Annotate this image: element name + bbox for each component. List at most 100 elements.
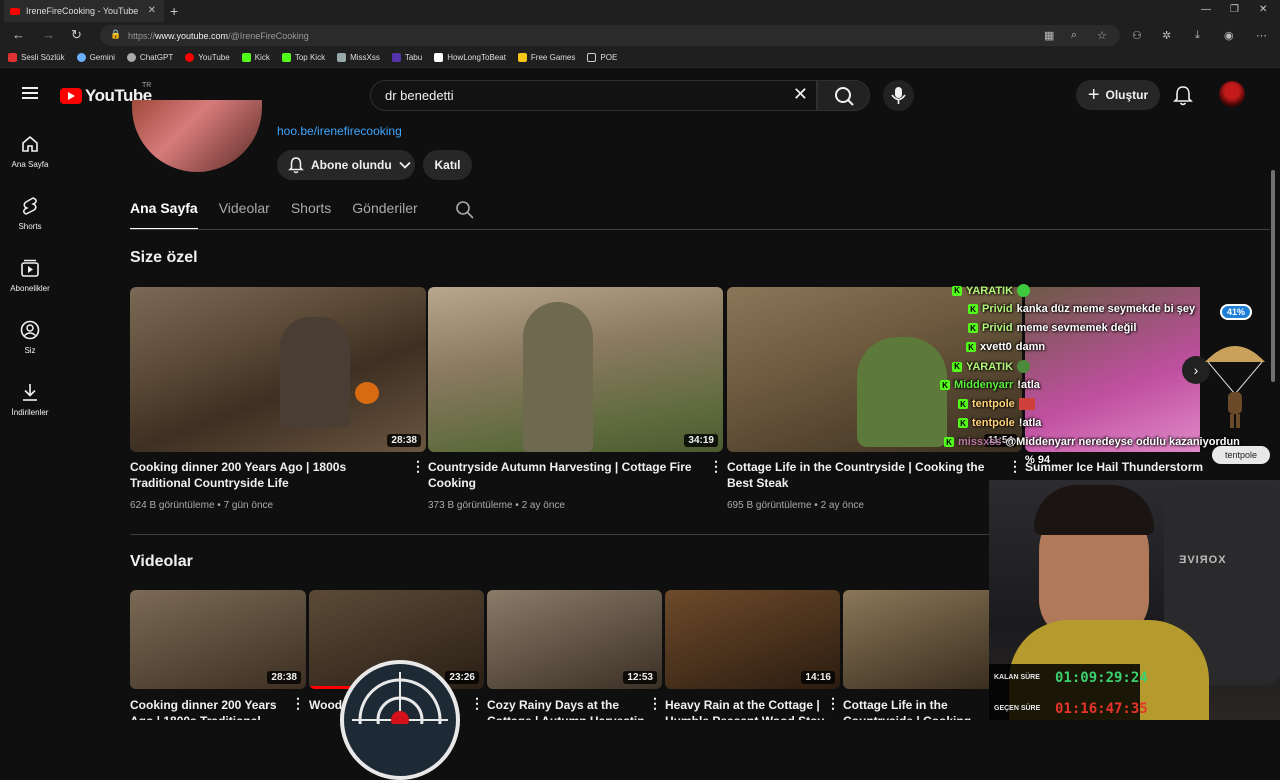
- bookmark[interactable]: Top Kick: [281, 53, 325, 62]
- kick-badge-icon: K: [952, 285, 962, 296]
- bookmark[interactable]: ChatGPT: [126, 53, 173, 62]
- favorite-star-icon[interactable]: ☆: [1097, 29, 1107, 42]
- chevron-down-icon: [399, 161, 411, 169]
- bookmark-icon: [391, 53, 401, 62]
- forward-icon[interactable]: →: [42, 27, 55, 42]
- sidebar-item-shorts[interactable]: Shorts: [0, 196, 60, 231]
- notifications-bell-icon[interactable]: [1172, 84, 1194, 106]
- tab-posts[interactable]: Gönderiler: [352, 200, 417, 230]
- video-thumbnail[interactable]: [843, 590, 989, 689]
- bookmark[interactable]: HowLongToBeat: [434, 53, 506, 62]
- menu-dots-icon[interactable]: ⋯: [1256, 29, 1267, 42]
- url-input[interactable]: 🔒 https://www.youtube.com/@IreneFireCook…: [100, 25, 1120, 46]
- sidebar-item-downloads[interactable]: İndirilenler: [0, 382, 60, 417]
- more-options-icon[interactable]: ⋮: [470, 695, 484, 712]
- subscribed-button[interactable]: Abone olundu: [277, 150, 415, 180]
- more-options-icon[interactable]: ⋮: [291, 695, 305, 712]
- bookmark[interactable]: Kick: [241, 53, 270, 62]
- bell-icon: [288, 157, 304, 174]
- video-title[interactable]: Cottage Life in the Countryside | Cookin…: [843, 697, 983, 720]
- video-title[interactable]: Countryside Autumn Harvesting | Cottage …: [428, 459, 698, 491]
- video-thumbnail[interactable]: 12:53: [487, 590, 662, 689]
- chat-username: Privid: [982, 322, 1013, 334]
- close-window-icon[interactable]: ✕: [1259, 4, 1267, 15]
- profile-icon[interactable]: ◉: [1224, 29, 1234, 42]
- video-duration: 28:38: [267, 671, 301, 684]
- bookmark[interactable]: MissXss: [337, 53, 380, 62]
- browser-tab[interactable]: IreneFireCooking - YouTube ✕: [4, 0, 164, 22]
- chat-username: YARATIK: [966, 360, 1014, 373]
- microphone-icon: [891, 87, 906, 104]
- video-thumbnail[interactable]: 14:16: [665, 590, 840, 689]
- tab-shorts[interactable]: Shorts: [291, 200, 331, 230]
- video-thumbnail[interactable]: 28:38: [130, 590, 306, 689]
- video-meta: 624 B görüntüleme • 7 gün önce: [130, 500, 274, 511]
- video-title[interactable]: Cozy Rainy Days at the Cottage | Autumn …: [487, 697, 647, 720]
- video-thumbnail[interactable]: 34:19: [428, 287, 723, 452]
- more-options-icon[interactable]: ⋮: [709, 458, 723, 475]
- country-code: TR: [142, 82, 152, 89]
- channel-search-icon[interactable]: [455, 200, 475, 220]
- reload-icon[interactable]: ↻: [71, 27, 82, 43]
- search-input[interactable]: dr benedetti ✕: [370, 80, 817, 111]
- chat-message: K YARATIK: [952, 284, 1031, 297]
- sidebar-item-subscriptions[interactable]: Abonelikler: [0, 258, 60, 293]
- account-avatar[interactable]: [1219, 81, 1245, 107]
- page-scrollbar[interactable]: [1271, 170, 1275, 382]
- search-button[interactable]: [817, 80, 870, 111]
- bookmark[interactable]: YouTube: [185, 53, 230, 62]
- menu-icon[interactable]: [22, 87, 38, 99]
- join-button[interactable]: Katıl: [423, 150, 472, 180]
- sidebar-item-you[interactable]: Siz: [0, 320, 60, 355]
- more-options-icon[interactable]: ⋮: [648, 695, 662, 712]
- video-title[interactable]: Cooking dinner 200 Years Ago | 1800s Tra…: [130, 697, 290, 720]
- chat-message-fragment: % 94: [1025, 454, 1050, 466]
- emote-icon: [1017, 284, 1031, 297]
- maximize-icon[interactable]: ❐: [1230, 4, 1239, 15]
- app-icon[interactable]: ▦: [1044, 29, 1054, 42]
- clear-search-icon[interactable]: ✕: [793, 84, 808, 105]
- tab-home[interactable]: Ana Sayfa: [130, 200, 198, 230]
- video-thumbnail[interactable]: 28:38: [130, 287, 426, 452]
- puzzle-icon[interactable]: ✲: [1162, 29, 1171, 42]
- bookmark[interactable]: Tabu: [391, 53, 422, 62]
- zoom-icon[interactable]: ⌕: [1071, 29, 1077, 42]
- bookmark[interactable]: Free Games: [517, 53, 575, 62]
- upload-age: 2 ay önce: [521, 500, 565, 511]
- bookmark[interactable]: Gemini: [76, 53, 115, 62]
- tab-videos[interactable]: Videolar: [219, 200, 270, 230]
- video-title[interactable]: Cooking dinner 200 Years Ago | 1800s Tra…: [130, 459, 400, 491]
- search-value: dr benedetti: [385, 88, 454, 103]
- channel-link[interactable]: hoo.be/irenefirecooking: [277, 124, 402, 138]
- voice-search-button[interactable]: [883, 80, 914, 111]
- back-icon[interactable]: ←: [12, 27, 25, 42]
- channel-avatar[interactable]: [132, 100, 262, 172]
- create-button[interactable]: + Oluştur: [1076, 80, 1160, 110]
- video-title[interactable]: Cottage Life in the Countryside | Cookin…: [727, 459, 992, 491]
- more-options-icon[interactable]: ⋮: [826, 695, 840, 712]
- tab-title: IreneFireCooking - YouTube: [26, 6, 139, 16]
- streamer-hair: [1034, 485, 1154, 535]
- kick-badge-icon: K: [968, 323, 978, 333]
- sidebar-item-label: İndirilenler: [11, 408, 49, 417]
- view-count: 624 B görüntüleme: [130, 500, 215, 511]
- extension-icon[interactable]: ⚇: [1132, 29, 1142, 42]
- chat-message: K YARATIK: [952, 360, 1031, 373]
- download-manager-icon[interactable]: ⤓: [1195, 29, 1200, 42]
- bookmark-folder[interactable]: POE: [587, 53, 617, 62]
- shorts-icon: [22, 197, 37, 215]
- view-count: 373 B görüntüleme: [428, 500, 513, 511]
- minimize-icon[interactable]: —: [1201, 4, 1211, 15]
- emote-icon: [1017, 360, 1031, 373]
- upload-age: 2 ay önce: [820, 500, 864, 511]
- new-tab-icon[interactable]: +: [170, 3, 178, 19]
- more-options-icon[interactable]: ⋮: [411, 458, 425, 475]
- chat-message: K Middenyarr !atla: [940, 379, 1040, 391]
- thumbnail-pumpkin: [355, 382, 379, 404]
- home-icon: [22, 135, 38, 152]
- video-title[interactable]: Heavy Rain at the Cottage | Humble Peasa…: [665, 697, 825, 720]
- kick-badge-icon: K: [940, 380, 950, 390]
- sidebar-item-home[interactable]: Ana Sayfa: [0, 134, 60, 169]
- close-tab-icon[interactable]: ✕: [148, 5, 156, 16]
- bookmark[interactable]: Sesli Sözlük: [8, 53, 65, 62]
